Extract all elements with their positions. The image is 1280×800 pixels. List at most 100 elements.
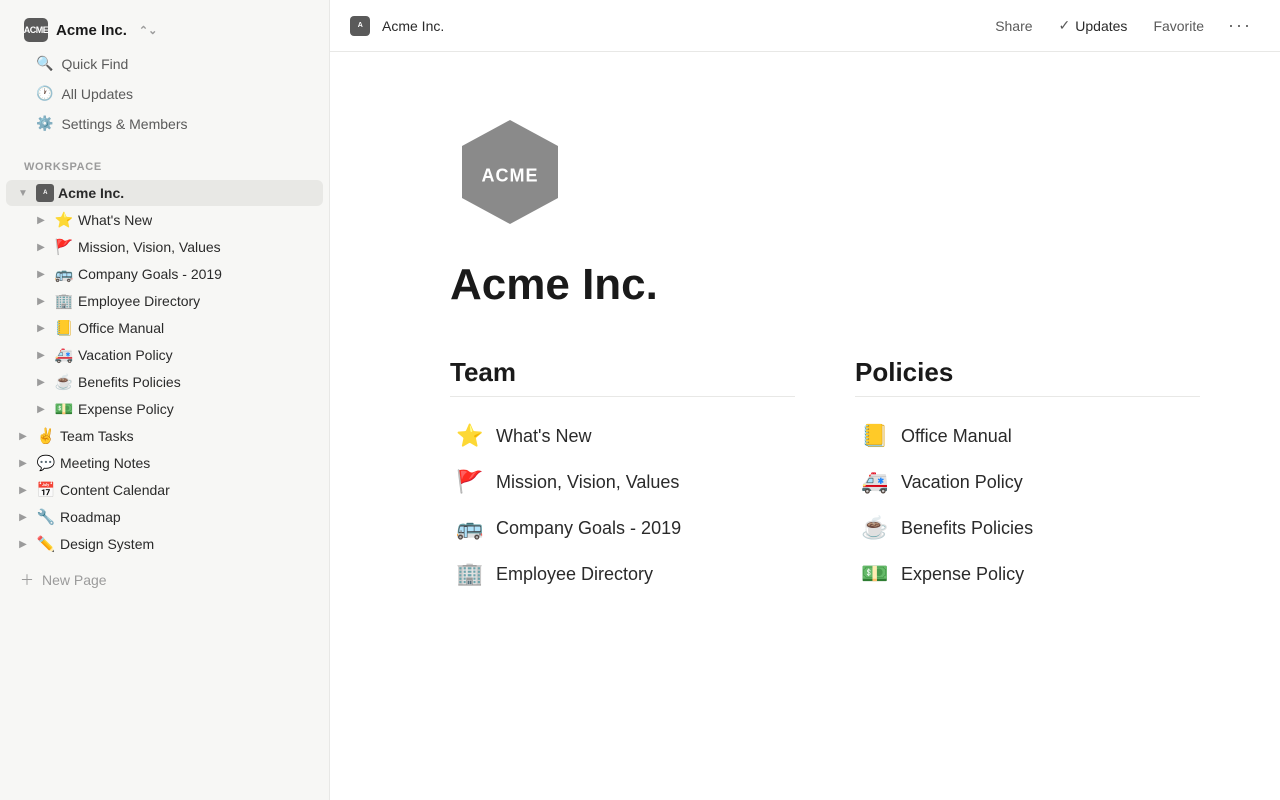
sidebar-vacation-policy-label: Vacation Policy <box>78 347 173 363</box>
topbar-actions: Share ✓ Updates Favorite ··· <box>985 10 1260 41</box>
bus-icon: 🚌 <box>456 515 484 541</box>
topbar: A Acme Inc. Share ✓ Updates Favorite ··· <box>330 0 1280 52</box>
chevron-right-icon[interactable]: ▶ <box>14 427 32 445</box>
sidebar-item-expense-policy[interactable]: ▶ 💵 Expense Policy <box>24 396 323 422</box>
sidebar-acme-label: Acme Inc. <box>58 185 124 201</box>
more-options-button[interactable]: ··· <box>1220 10 1260 41</box>
sidebar-whats-new-label: What's New <box>78 212 152 228</box>
sidebar-mission-label: Mission, Vision, Values <box>78 239 221 255</box>
tree-section: ▼ A Acme Inc. ▶ ⭐ What's New ▶ 🚩 Mission… <box>0 177 329 560</box>
clock-icon: 🕐 <box>36 85 53 102</box>
page-content: ACME Acme Inc. Team ⭐ What's New 🚩 Missi… <box>330 52 1280 800</box>
chevron-right-icon[interactable]: ▶ <box>32 292 50 310</box>
bus-icon: 🚌 <box>54 265 74 283</box>
more-dots-label: ··· <box>1228 15 1252 35</box>
sidebar-office-manual-label: Office Manual <box>78 320 164 336</box>
team-link-employee-directory[interactable]: 🏢 Employee Directory <box>450 551 795 597</box>
team-link-mission[interactable]: 🚩 Mission, Vision, Values <box>450 459 795 505</box>
sidebar-item-office-manual[interactable]: ▶ 📒 Office Manual <box>24 315 323 341</box>
chevron-right-icon[interactable]: ▶ <box>14 535 32 553</box>
chevron-updown-icon: ⌃⌄ <box>139 24 157 37</box>
sidebar-quick-find[interactable]: 🔍 Quick Find <box>22 49 307 78</box>
chevron-down-icon[interactable]: ▼ <box>14 184 32 202</box>
building-icon: 🏢 <box>54 292 74 310</box>
peace-icon: ✌️ <box>36 427 56 445</box>
chevron-right-icon[interactable]: ▶ <box>14 454 32 472</box>
share-label: Share <box>995 18 1032 34</box>
all-updates-label: All Updates <box>61 86 133 102</box>
chevron-right-icon[interactable]: ▶ <box>32 373 50 391</box>
policy-link-vacation-label: Vacation Policy <box>901 472 1023 493</box>
share-button[interactable]: Share <box>985 13 1042 39</box>
sidebar-item-team-tasks[interactable]: ▶ ✌️ Team Tasks <box>6 423 323 449</box>
topbar-logo: A <box>350 16 370 36</box>
check-icon: ✓ <box>1059 17 1071 34</box>
chevron-right-icon[interactable]: ▶ <box>32 238 50 256</box>
chevron-right-icon[interactable]: ▶ <box>32 211 50 229</box>
sidebar-item-company-goals[interactable]: ▶ 🚌 Company Goals - 2019 <box>24 261 323 287</box>
coffee-icon: ☕ <box>54 373 74 391</box>
sidebar-item-content-calendar[interactable]: ▶ 📅 Content Calendar <box>6 477 323 503</box>
settings-members-label: Settings & Members <box>61 116 187 132</box>
sidebar-company-goals-label: Company Goals - 2019 <box>78 266 222 282</box>
policies-column: Policies 📒 Office Manual 🚑 Vacation Poli… <box>855 357 1200 597</box>
sidebar-benefits-policies-label: Benefits Policies <box>78 374 181 390</box>
sidebar-item-whats-new[interactable]: ▶ ⭐ What's New <box>24 207 323 233</box>
chevron-right-icon[interactable]: ▶ <box>14 508 32 526</box>
team-link-employee-directory-label: Employee Directory <box>496 564 653 585</box>
team-link-whats-new-label: What's New <box>496 426 591 447</box>
sidebar-item-roadmap[interactable]: ▶ 🔧 Roadmap <box>6 504 323 530</box>
sidebar-item-vacation-policy[interactable]: ▶ 🚑 Vacation Policy <box>24 342 323 368</box>
chevron-right-icon[interactable]: ▶ <box>32 346 50 364</box>
chat-icon: 💬 <box>36 454 56 472</box>
policy-link-expense[interactable]: 💵 Expense Policy <box>855 551 1200 597</box>
quick-find-label: Quick Find <box>61 56 128 72</box>
workspace-title[interactable]: ACME Acme Inc. ⌃⌄ <box>14 12 315 48</box>
add-new-page[interactable]: ＋ New Page <box>6 564 323 596</box>
policy-link-vacation[interactable]: 🚑 Vacation Policy <box>855 459 1200 505</box>
sidebar-item-meeting-notes[interactable]: ▶ 💬 Meeting Notes <box>6 450 323 476</box>
star-icon: ⭐ <box>456 423 484 449</box>
sidebar-settings-members[interactable]: ⚙️ Settings & Members <box>22 109 307 138</box>
chevron-right-icon[interactable]: ▶ <box>32 265 50 283</box>
content-columns: Team ⭐ What's New 🚩 Mission, Vision, Val… <box>450 357 1200 597</box>
new-page-label: New Page <box>42 572 107 588</box>
acme-logo-container: ACME <box>450 112 1200 237</box>
pencil-icon: ✏️ <box>36 535 56 553</box>
policy-link-office-manual[interactable]: 📒 Office Manual <box>855 413 1200 459</box>
svg-text:ACME: ACME <box>482 166 539 186</box>
sidebar-item-mission[interactable]: ▶ 🚩 Mission, Vision, Values <box>24 234 323 260</box>
acme-small-logo: A <box>36 184 54 202</box>
chevron-right-icon[interactable]: ▶ <box>32 319 50 337</box>
sidebar-expense-policy-label: Expense Policy <box>78 401 174 417</box>
calendar-icon: 📅 <box>36 481 56 499</box>
money-icon: 💵 <box>861 561 889 587</box>
page-title: Acme Inc. <box>450 261 1200 309</box>
policy-link-office-manual-label: Office Manual <box>901 426 1012 447</box>
team-link-whats-new[interactable]: ⭐ What's New <box>450 413 795 459</box>
team-link-company-goals[interactable]: 🚌 Company Goals - 2019 <box>450 505 795 551</box>
workspace-label: WORKSPACE <box>0 147 329 177</box>
policy-link-benefits[interactable]: ☕ Benefits Policies <box>855 505 1200 551</box>
workspace-name: Acme Inc. <box>56 22 127 39</box>
sidebar-roadmap-label: Roadmap <box>60 509 121 525</box>
sidebar-item-employee-directory[interactable]: ▶ 🏢 Employee Directory <box>24 288 323 314</box>
sidebar-item-benefits-policies[interactable]: ▶ ☕ Benefits Policies <box>24 369 323 395</box>
plus-icon: ＋ <box>20 570 34 590</box>
chevron-right-icon[interactable]: ▶ <box>14 481 32 499</box>
sidebar-meeting-notes-label: Meeting Notes <box>60 455 150 471</box>
updates-button[interactable]: ✓ Updates <box>1049 12 1138 39</box>
team-column: Team ⭐ What's New 🚩 Mission, Vision, Val… <box>450 357 795 597</box>
building-icon: 🏢 <box>456 561 484 587</box>
sidebar-employee-directory-label: Employee Directory <box>78 293 200 309</box>
wrench-icon: 🔧 <box>36 508 56 526</box>
sidebar-all-updates[interactable]: 🕐 All Updates <box>22 79 307 108</box>
policies-heading: Policies <box>855 357 1200 397</box>
sidebar-item-design-system[interactable]: ▶ ✏️ Design System <box>6 531 323 557</box>
chevron-right-icon[interactable]: ▶ <box>32 400 50 418</box>
star-icon: ⭐ <box>54 211 74 229</box>
coffee-icon: ☕ <box>861 515 889 541</box>
sidebar-item-acme-inc[interactable]: ▼ A Acme Inc. <box>6 180 323 206</box>
favorite-button[interactable]: Favorite <box>1143 13 1214 39</box>
updates-label: Updates <box>1075 18 1127 34</box>
